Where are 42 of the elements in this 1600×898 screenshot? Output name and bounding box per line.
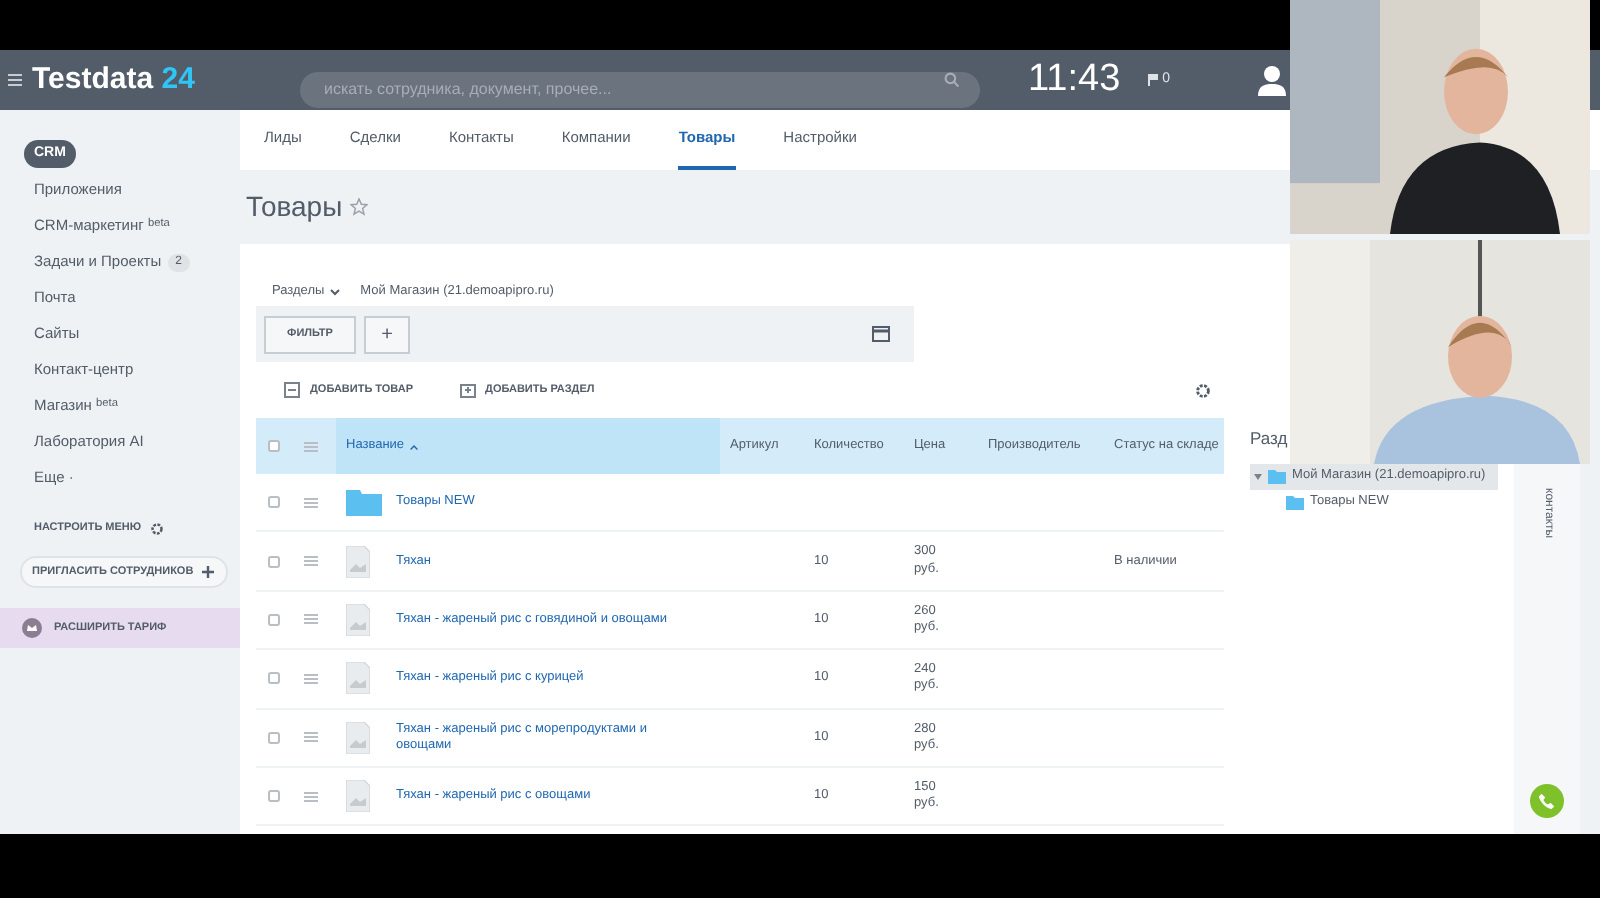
chevron-icon[interactable] <box>330 288 341 296</box>
star-icon[interactable] <box>350 198 369 216</box>
flag-icon[interactable] <box>1148 74 1159 86</box>
image-placeholder-icon <box>346 662 370 695</box>
image-placeholder-icon <box>346 780 370 813</box>
settings-icon[interactable] <box>1194 381 1212 399</box>
row-menu-icon[interactable] <box>304 497 318 508</box>
checkbox[interactable] <box>268 731 280 744</box>
logo: Testdata 24 <box>32 59 197 100</box>
row-menu-icon[interactable] <box>304 441 318 451</box>
plus-icon <box>201 566 214 579</box>
menu-icon[interactable] <box>8 74 22 86</box>
panel-title: Разд <box>1250 426 1288 452</box>
row-menu-icon[interactable] <box>304 556 318 567</box>
row-menu-icon[interactable] <box>304 791 318 802</box>
phone-button[interactable] <box>1530 784 1564 818</box>
window-icon[interactable] <box>872 326 890 342</box>
search-icon[interactable] <box>944 72 960 88</box>
crown-icon <box>22 618 42 639</box>
folder-icon <box>346 488 382 517</box>
clock: 11:43 <box>1028 55 1121 104</box>
checkbox[interactable] <box>268 672 280 685</box>
checkbox[interactable] <box>268 613 280 626</box>
image-placeholder-icon <box>346 721 370 754</box>
document-icon <box>284 382 300 398</box>
checkbox[interactable] <box>268 790 280 803</box>
image-placeholder-icon <box>346 603 370 636</box>
add-filter-button[interactable]: + <box>364 315 410 353</box>
image-placeholder-icon <box>346 545 370 578</box>
row-menu-icon[interactable] <box>304 732 318 743</box>
checkbox[interactable] <box>268 496 280 509</box>
phone-icon <box>1538 792 1556 810</box>
folder-plus-icon <box>459 382 476 398</box>
page-title: Товары <box>246 188 343 226</box>
caret-icon[interactable] <box>1254 473 1262 480</box>
row-menu-icon[interactable] <box>304 614 318 625</box>
row-menu-icon[interactable] <box>304 673 318 684</box>
checkbox[interactable] <box>268 555 280 568</box>
user-icon[interactable] <box>1258 64 1287 96</box>
settings-icon[interactable] <box>149 521 164 536</box>
checkbox[interactable] <box>268 440 280 452</box>
search-field[interactable]: искать сотрудника, документ, прочее... <box>300 71 980 107</box>
